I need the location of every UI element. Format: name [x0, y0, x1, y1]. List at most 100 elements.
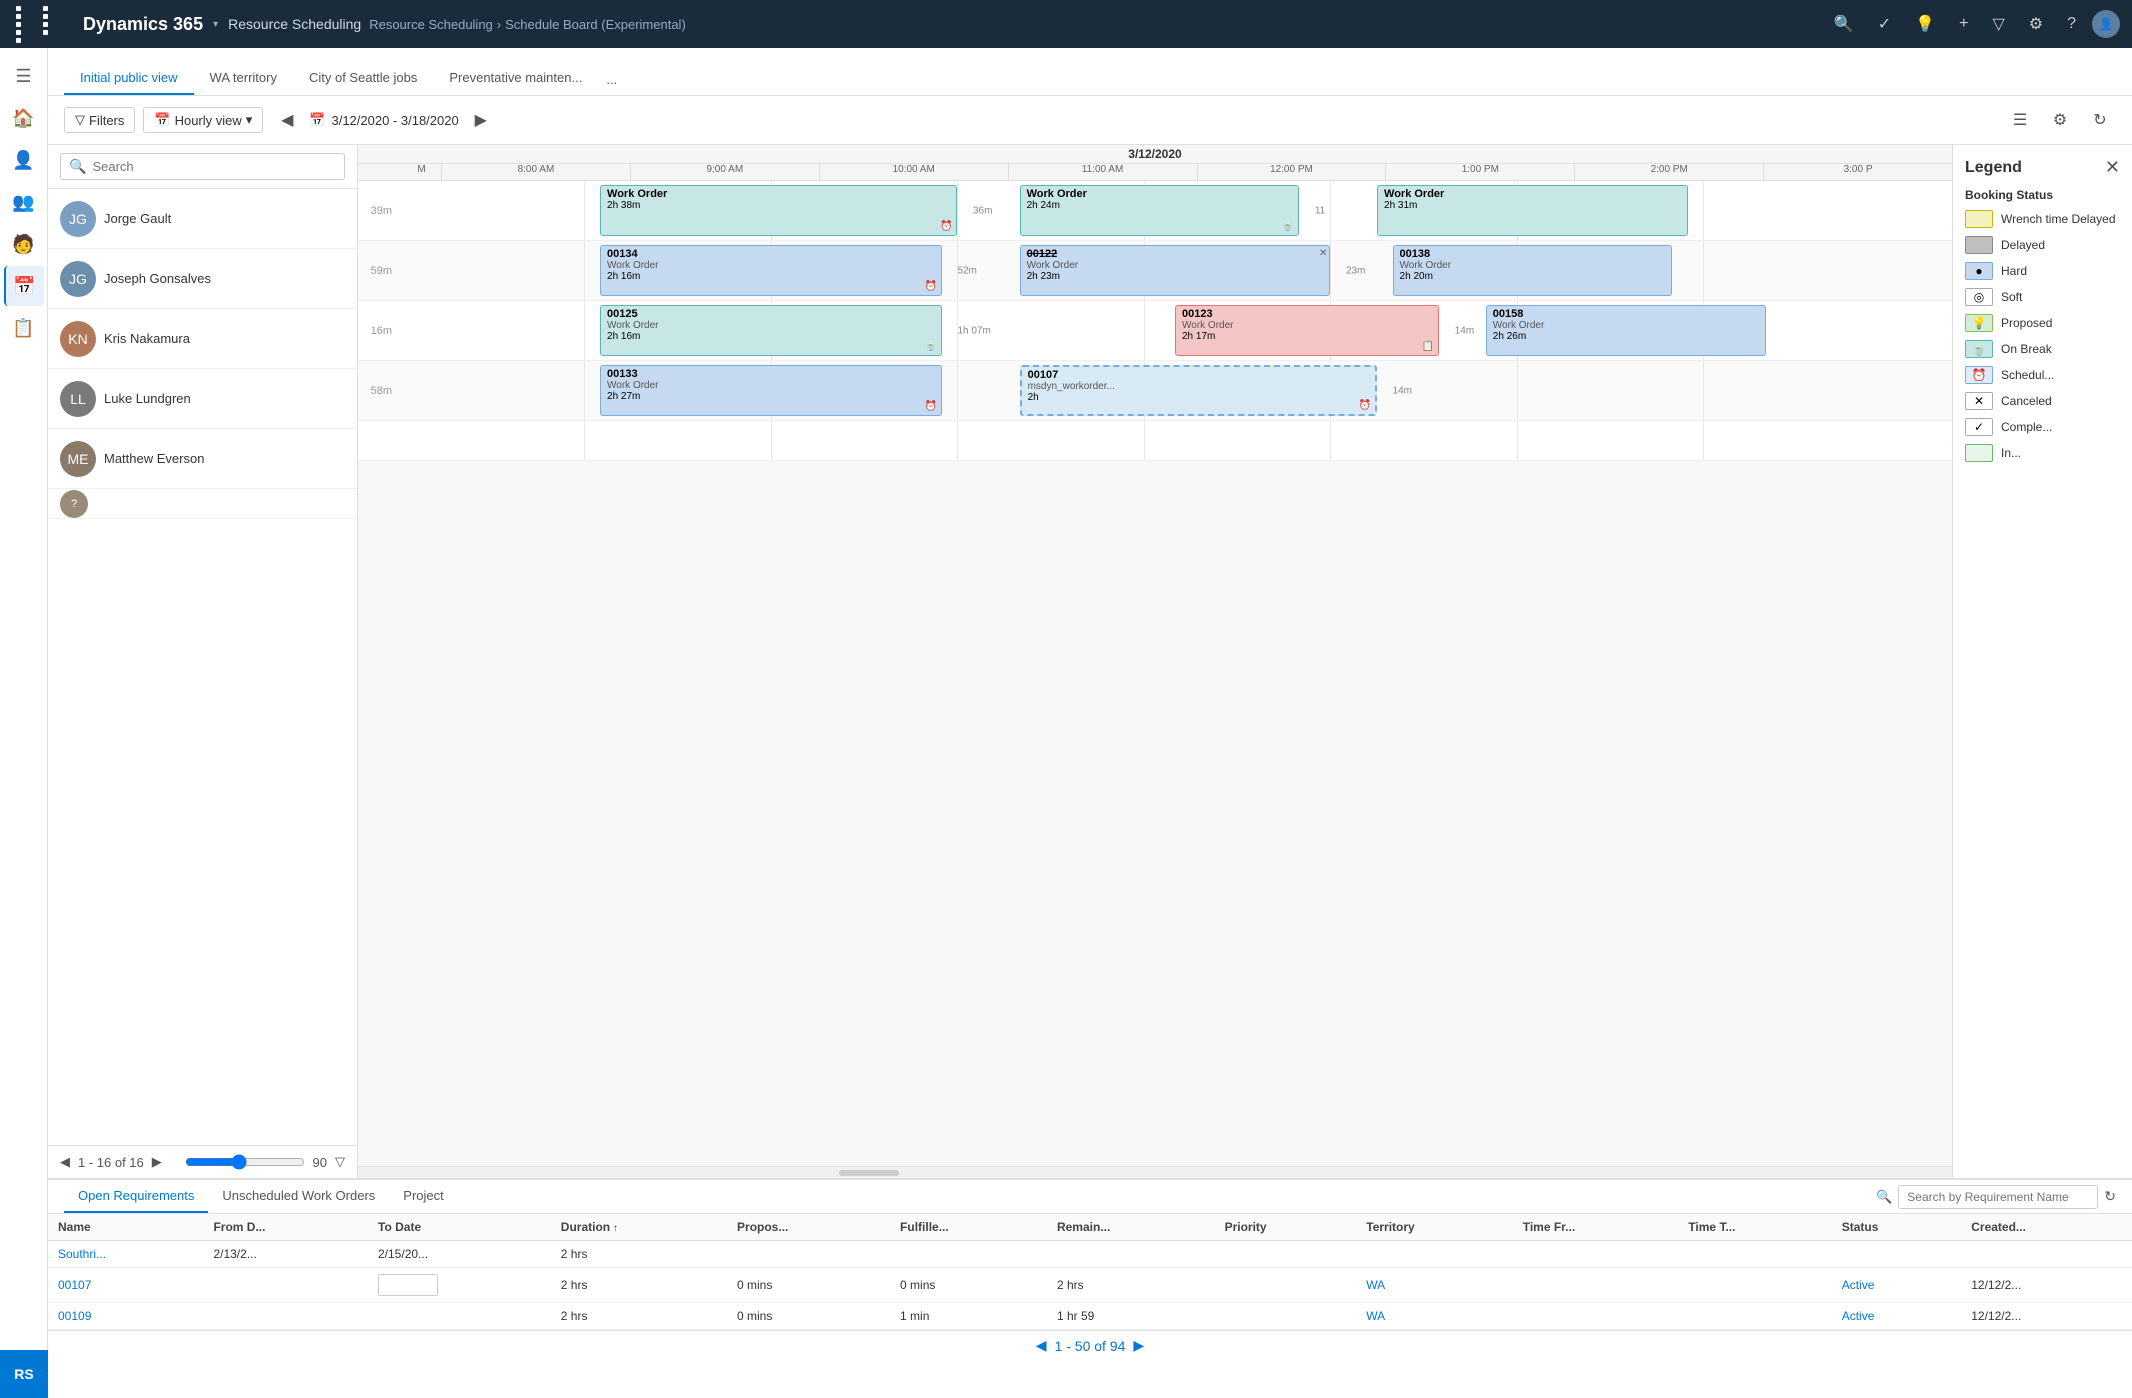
hourly-view-button[interactable]: 📅 Hourly view ▾ — [143, 107, 263, 133]
cell-name[interactable]: 00109 — [48, 1303, 203, 1330]
settings-board-icon[interactable]: ⚙ — [2044, 104, 2076, 136]
time-col-10am: 10:00 AM — [820, 162, 1009, 180]
cell-status[interactable]: Active — [1832, 1303, 1962, 1330]
prev-date-button[interactable]: ◀ — [271, 104, 303, 136]
booking-block[interactable]: 00134 Work Order 2h 16m ⏰ — [600, 245, 942, 296]
tab-more[interactable]: ... — [598, 64, 625, 95]
search-input[interactable] — [92, 159, 336, 174]
refresh-board-icon[interactable]: ↻ — [2084, 104, 2116, 136]
bb-dur: 2h 38m — [607, 200, 950, 211]
legend-label: Comple... — [2001, 420, 2052, 434]
territory-link[interactable]: WA — [1366, 1278, 1385, 1292]
checklist-icon[interactable]: ✓ — [1870, 8, 1899, 40]
booking-block[interactable]: 00138 Work Order 2h 20m — [1393, 245, 1673, 296]
row-spacer: 58m — [358, 385, 398, 397]
resource-item[interactable]: ? — [48, 489, 357, 519]
col-territory: Territory — [1356, 1214, 1512, 1241]
row-link[interactable]: Southri... — [58, 1247, 106, 1261]
booking-block[interactable]: 00158 Work Order 2h 26m — [1486, 305, 1766, 356]
search-input-wrap[interactable]: 🔍 — [60, 153, 345, 180]
add-icon[interactable]: + — [1951, 9, 1976, 39]
h-scrollbar[interactable] — [358, 1166, 1952, 1178]
search-nav-icon[interactable]: 🔍 — [1826, 8, 1862, 40]
cell-duration: 2 hrs — [551, 1268, 727, 1303]
sidebar-accounts-icon[interactable]: 👥 — [4, 182, 44, 222]
territory-link[interactable]: WA — [1366, 1309, 1385, 1323]
tab-wa-territory[interactable]: WA territory — [194, 62, 293, 95]
help-icon[interactable]: ? — [2059, 9, 2084, 39]
cell-territory[interactable]: WA — [1356, 1268, 1512, 1303]
bottom-tab-project[interactable]: Project — [389, 1180, 457, 1213]
bulb-icon[interactable]: 💡 — [1907, 8, 1943, 40]
legend-close-button[interactable]: ✕ — [2105, 157, 2120, 178]
col-duration[interactable]: Duration — [551, 1214, 727, 1241]
row-link[interactable]: 00107 — [58, 1278, 91, 1292]
prev-page-btn[interactable]: ◀ — [60, 1154, 70, 1170]
booking-block[interactable]: Work Order 2h 24m 🍵 — [1020, 185, 1300, 236]
gantt-row: 59m 00134 — [358, 241, 1952, 301]
collapse-icon[interactable]: ▽ — [335, 1154, 345, 1170]
table-header-row: Name From D... To Date Duration Propos..… — [48, 1214, 2132, 1241]
tab-preventative[interactable]: Preventative mainten... — [433, 62, 598, 95]
cell-name[interactable]: Southri... — [48, 1241, 203, 1268]
status-link[interactable]: Active — [1842, 1278, 1875, 1292]
resource-item[interactable]: ME Matthew Everson — [48, 429, 357, 489]
filter-icon[interactable]: ▽ — [1984, 8, 2012, 40]
booking-block[interactable]: 00122 Work Order 2h 23m ✕ — [1020, 245, 1331, 296]
booking-block[interactable]: 00107 msdyn_workorder... 2h ⏰ 11:30 AM -… — [1020, 365, 1377, 416]
cell-name[interactable]: 00107 — [48, 1268, 203, 1303]
avatar: JG — [60, 201, 96, 237]
resource-item[interactable]: JG Jorge Gault — [48, 189, 357, 249]
zoom-slider[interactable]: 90 — [185, 1154, 327, 1170]
gap-label: 14m — [1393, 385, 1412, 396]
row-link[interactable]: 00109 — [58, 1309, 91, 1323]
cell-territory[interactable]: WA — [1356, 1303, 1512, 1330]
settings-icon[interactable]: ⚙ — [2021, 8, 2051, 40]
booking-block[interactable]: 00123 Work Order 2h 17m 📋 — [1175, 305, 1439, 356]
zoom-range[interactable] — [185, 1154, 305, 1170]
prev-page-btn[interactable]: ◀ — [1036, 1337, 1047, 1354]
booking-block[interactable]: Work Order 2h 31m — [1377, 185, 1688, 236]
breadcrumb-rs[interactable]: Resource Scheduling — [369, 17, 493, 32]
user-avatar[interactable]: 👤 — [2092, 10, 2120, 38]
app-launcher[interactable] — [12, 2, 71, 47]
filters-button[interactable]: ▽ Filters — [64, 107, 135, 133]
cell-status[interactable]: Active — [1832, 1268, 1962, 1303]
sidebar-contacts-icon[interactable]: 👤 — [4, 140, 44, 180]
bb-clock-icon: ⏰ — [1359, 400, 1371, 411]
booking-block[interactable]: Work Order 2h 38m ⏰ — [600, 185, 957, 236]
breadcrumb-sep: › — [497, 17, 501, 32]
view-label: Hourly view — [175, 113, 242, 128]
status-link[interactable]: Active — [1842, 1309, 1875, 1323]
resource-item[interactable]: JG Joseph Gonsalves — [48, 249, 357, 309]
cell-from: 2/13/2... — [203, 1241, 368, 1268]
resource-list: JG Jorge Gault JG Joseph Gonsalves KN Kr… — [48, 189, 357, 1145]
col-proposed: Propos... — [727, 1214, 890, 1241]
view-toggle-icon[interactable]: ☰ — [2004, 104, 2036, 136]
sidebar-list-icon[interactable]: 📋 — [4, 308, 44, 348]
booking-block[interactable]: 00133 Work Order 2h 27m ⏰ — [600, 365, 942, 416]
tab-city-seattle[interactable]: City of Seattle jobs — [293, 62, 433, 95]
gantt-row-cells: 00134 Work Order 2h 16m ⏰ 52m 00122 — [398, 241, 1952, 300]
sidebar-people-icon[interactable]: 🧑 — [4, 224, 44, 264]
bottom-refresh-button[interactable]: ↻ — [2104, 1188, 2116, 1205]
sidebar-home-icon[interactable]: 🏠 — [4, 98, 44, 138]
bottom-tabs: Open Requirements Unscheduled Work Order… — [48, 1180, 2132, 1214]
sidebar-schedule-icon[interactable]: 📅 — [4, 266, 44, 306]
sidebar-menu-icon[interactable]: ☰ — [4, 56, 44, 96]
next-page-btn[interactable]: ▶ — [152, 1154, 162, 1170]
bottom-search-input[interactable] — [1898, 1185, 2098, 1209]
cell-from — [203, 1268, 368, 1303]
tab-initial-public-view[interactable]: Initial public view — [64, 62, 194, 95]
next-page-btn[interactable]: ▶ — [1133, 1337, 1144, 1354]
next-date-button[interactable]: ▶ — [465, 104, 497, 136]
resource-item[interactable]: LL Luke Lundgren — [48, 369, 357, 429]
bb-sub: Work Order — [1027, 260, 1324, 271]
bottom-tab-open-req[interactable]: Open Requirements — [64, 1180, 208, 1213]
brand-chevron[interactable]: ▾ — [213, 19, 218, 30]
cancel-icon[interactable]: ✕ — [1319, 248, 1327, 259]
booking-block[interactable]: 00125 Work Order 2h 16m 🍵 — [600, 305, 942, 356]
resource-item[interactable]: KN Kris Nakamura — [48, 309, 357, 369]
bottom-tab-unscheduled[interactable]: Unscheduled Work Orders — [208, 1180, 389, 1213]
table-row: Southri... 2/13/2... 2/15/20... 2 hrs — [48, 1241, 2132, 1268]
